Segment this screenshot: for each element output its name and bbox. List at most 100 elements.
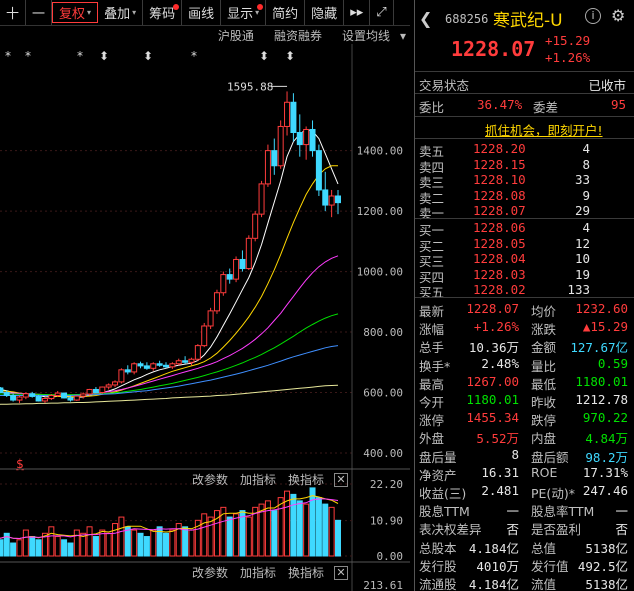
stat-label: 最高 xyxy=(419,376,445,392)
volume-bar xyxy=(61,539,68,557)
candle-body xyxy=(16,396,23,401)
stat-value: 4010万 xyxy=(476,558,519,574)
order-price: 1228.20 xyxy=(473,141,526,156)
stat-label: 金额 xyxy=(531,340,557,356)
indicator-button-1[interactable]: 加指标 xyxy=(234,471,282,489)
close-icon[interactable]: ✕ xyxy=(334,566,348,580)
subbar-item-2[interactable]: 设置均线 xyxy=(332,27,400,45)
toolbar-button-4[interactable]: 筹码 xyxy=(143,0,183,25)
quote-panel: ❮ 688256 寒武纪-U i ⚙ 1228.07 +15.29 +1.26%… xyxy=(414,0,634,591)
volume-bar xyxy=(182,526,189,557)
back-arrow-icon[interactable]: ❮ xyxy=(419,9,432,28)
stat-value: 1232.60 xyxy=(575,301,628,316)
volume-bar xyxy=(35,539,42,557)
stat-value: 一 xyxy=(506,504,519,520)
order-volume: 9 xyxy=(582,187,590,203)
candle-body xyxy=(0,387,4,393)
stat-label: 是否盈利 xyxy=(531,522,582,538)
indicator-bar: 改参数 加指标 换指标 ✕ xyxy=(0,564,352,582)
indicator-button-2[interactable]: 换指标 xyxy=(282,471,330,489)
stat-label: 换手* xyxy=(419,358,451,374)
stat-label: 收益(三) xyxy=(419,486,467,501)
volume-bar xyxy=(54,536,61,557)
candle-body xyxy=(264,150,271,185)
toolbar-button-label: 显示 xyxy=(227,7,254,22)
candle-body xyxy=(105,384,112,388)
stat-label: 流通股 xyxy=(419,577,457,591)
weicha-value: 95 xyxy=(610,97,626,112)
fullscreen-icon[interactable]: ⤢ xyxy=(370,0,394,25)
volume-bar xyxy=(226,516,233,557)
price-axis-label: 1400.00 xyxy=(357,145,403,158)
volume-bar xyxy=(22,529,29,557)
candle-body xyxy=(99,386,106,393)
info-icon[interactable]: i xyxy=(585,8,601,24)
more-icon[interactable]: ▸▸ xyxy=(344,0,371,25)
candle-body xyxy=(328,195,335,206)
toolbar-button-7[interactable]: 简约 xyxy=(266,0,306,25)
toolbar-button-5[interactable]: 画线 xyxy=(182,0,222,25)
order-label: 买五 xyxy=(419,285,445,300)
subbar-item-0[interactable]: 沪股通 xyxy=(208,27,264,45)
indicator-button-0[interactable]: 改参数 xyxy=(186,564,234,582)
kline-svg[interactable]: 1595.88* * * ⬍ ⬍ * ⬍ ⬍$1400.001200.001000.00800… xyxy=(0,44,410,591)
stat-value: 否 xyxy=(615,522,628,538)
subbar-item-1[interactable]: 融资融券 xyxy=(264,27,332,45)
volume-bar xyxy=(328,506,335,557)
volume-axis-label: 22.20 xyxy=(370,478,403,491)
toolbar-button-3[interactable]: 叠加 ▾ xyxy=(98,0,144,25)
order-volume: 19 xyxy=(574,266,590,282)
indicator-button-0[interactable]: 改参数 xyxy=(186,471,234,489)
toolbar-button-0[interactable]: 十 xyxy=(0,0,27,25)
stat-value: 492.5亿 xyxy=(577,558,628,574)
kline-chart[interactable]: 1595.88 * * * ⬍ ⬍ * ⬍ ⬍ $1400.00 1200.00 1000.00 800… xyxy=(0,44,410,591)
stat-label: 均价 xyxy=(531,304,557,319)
order-price: 1228.07 xyxy=(473,203,526,218)
order-price: 1228.10 xyxy=(473,172,526,187)
volume-bar xyxy=(169,529,176,557)
stat-value: 一 xyxy=(615,504,628,520)
stat-label: PE(动)* xyxy=(531,486,575,501)
candle-body xyxy=(296,132,303,146)
volume-bar xyxy=(48,526,55,557)
stat-value: 4.84万 xyxy=(585,431,628,447)
trade-status-label: 交易状态 xyxy=(419,78,470,93)
stat-value: 970.22 xyxy=(582,410,628,426)
chart-subbar: 沪股通 融资融券 设置均线 ▾ xyxy=(0,27,410,45)
price-change-pct: +1.26% xyxy=(545,50,591,65)
stat-label: 量比 xyxy=(531,358,557,374)
weibi-value: 36.47% xyxy=(477,97,523,112)
indicator-button-2[interactable]: 换指标 xyxy=(282,564,330,582)
candle-body xyxy=(10,395,17,401)
candle-body xyxy=(188,358,195,363)
candle-body xyxy=(80,393,87,397)
toolbar-button-label: 一 xyxy=(32,7,46,22)
dropdown-arrow-icon[interactable]: ▾ xyxy=(400,27,410,45)
volume-bar xyxy=(92,536,99,557)
toolbar-button-6[interactable]: 显示 ▾ xyxy=(221,0,267,25)
notification-dot xyxy=(173,4,180,10)
event-marker-icon: * xyxy=(25,49,31,63)
stock-name: 寒武纪-U xyxy=(493,11,563,31)
settings-icon[interactable]: ⚙ xyxy=(611,6,625,25)
stat-label: 净资产 xyxy=(419,467,457,483)
open-account-link[interactable]: 抓住机会，即刻开户! xyxy=(485,120,603,139)
stat-label: 涨停 xyxy=(419,413,445,429)
candle-body xyxy=(112,381,119,386)
order-volume: 8 xyxy=(582,156,590,172)
high-marker-label: 1595.88 xyxy=(227,80,273,93)
close-icon[interactable]: ✕ xyxy=(334,473,348,487)
stat-label: 股息TTM xyxy=(419,504,470,520)
candle-body xyxy=(118,369,125,383)
toolbar-button-1[interactable]: 一 xyxy=(26,0,53,25)
toolbar-button-2[interactable]: 复权 ▾ xyxy=(52,2,99,23)
order-price: 1228.05 xyxy=(473,235,526,251)
stat-label: 最新 xyxy=(419,304,445,319)
volume-bar xyxy=(105,532,112,557)
candle-body xyxy=(35,395,42,402)
indicator-button-1[interactable]: 加指标 xyxy=(234,564,282,582)
stat-value: 2.48% xyxy=(481,355,519,371)
candle-body xyxy=(175,360,182,365)
ma-line xyxy=(0,165,338,398)
toolbar-button-8[interactable]: 隐藏 xyxy=(305,0,345,25)
